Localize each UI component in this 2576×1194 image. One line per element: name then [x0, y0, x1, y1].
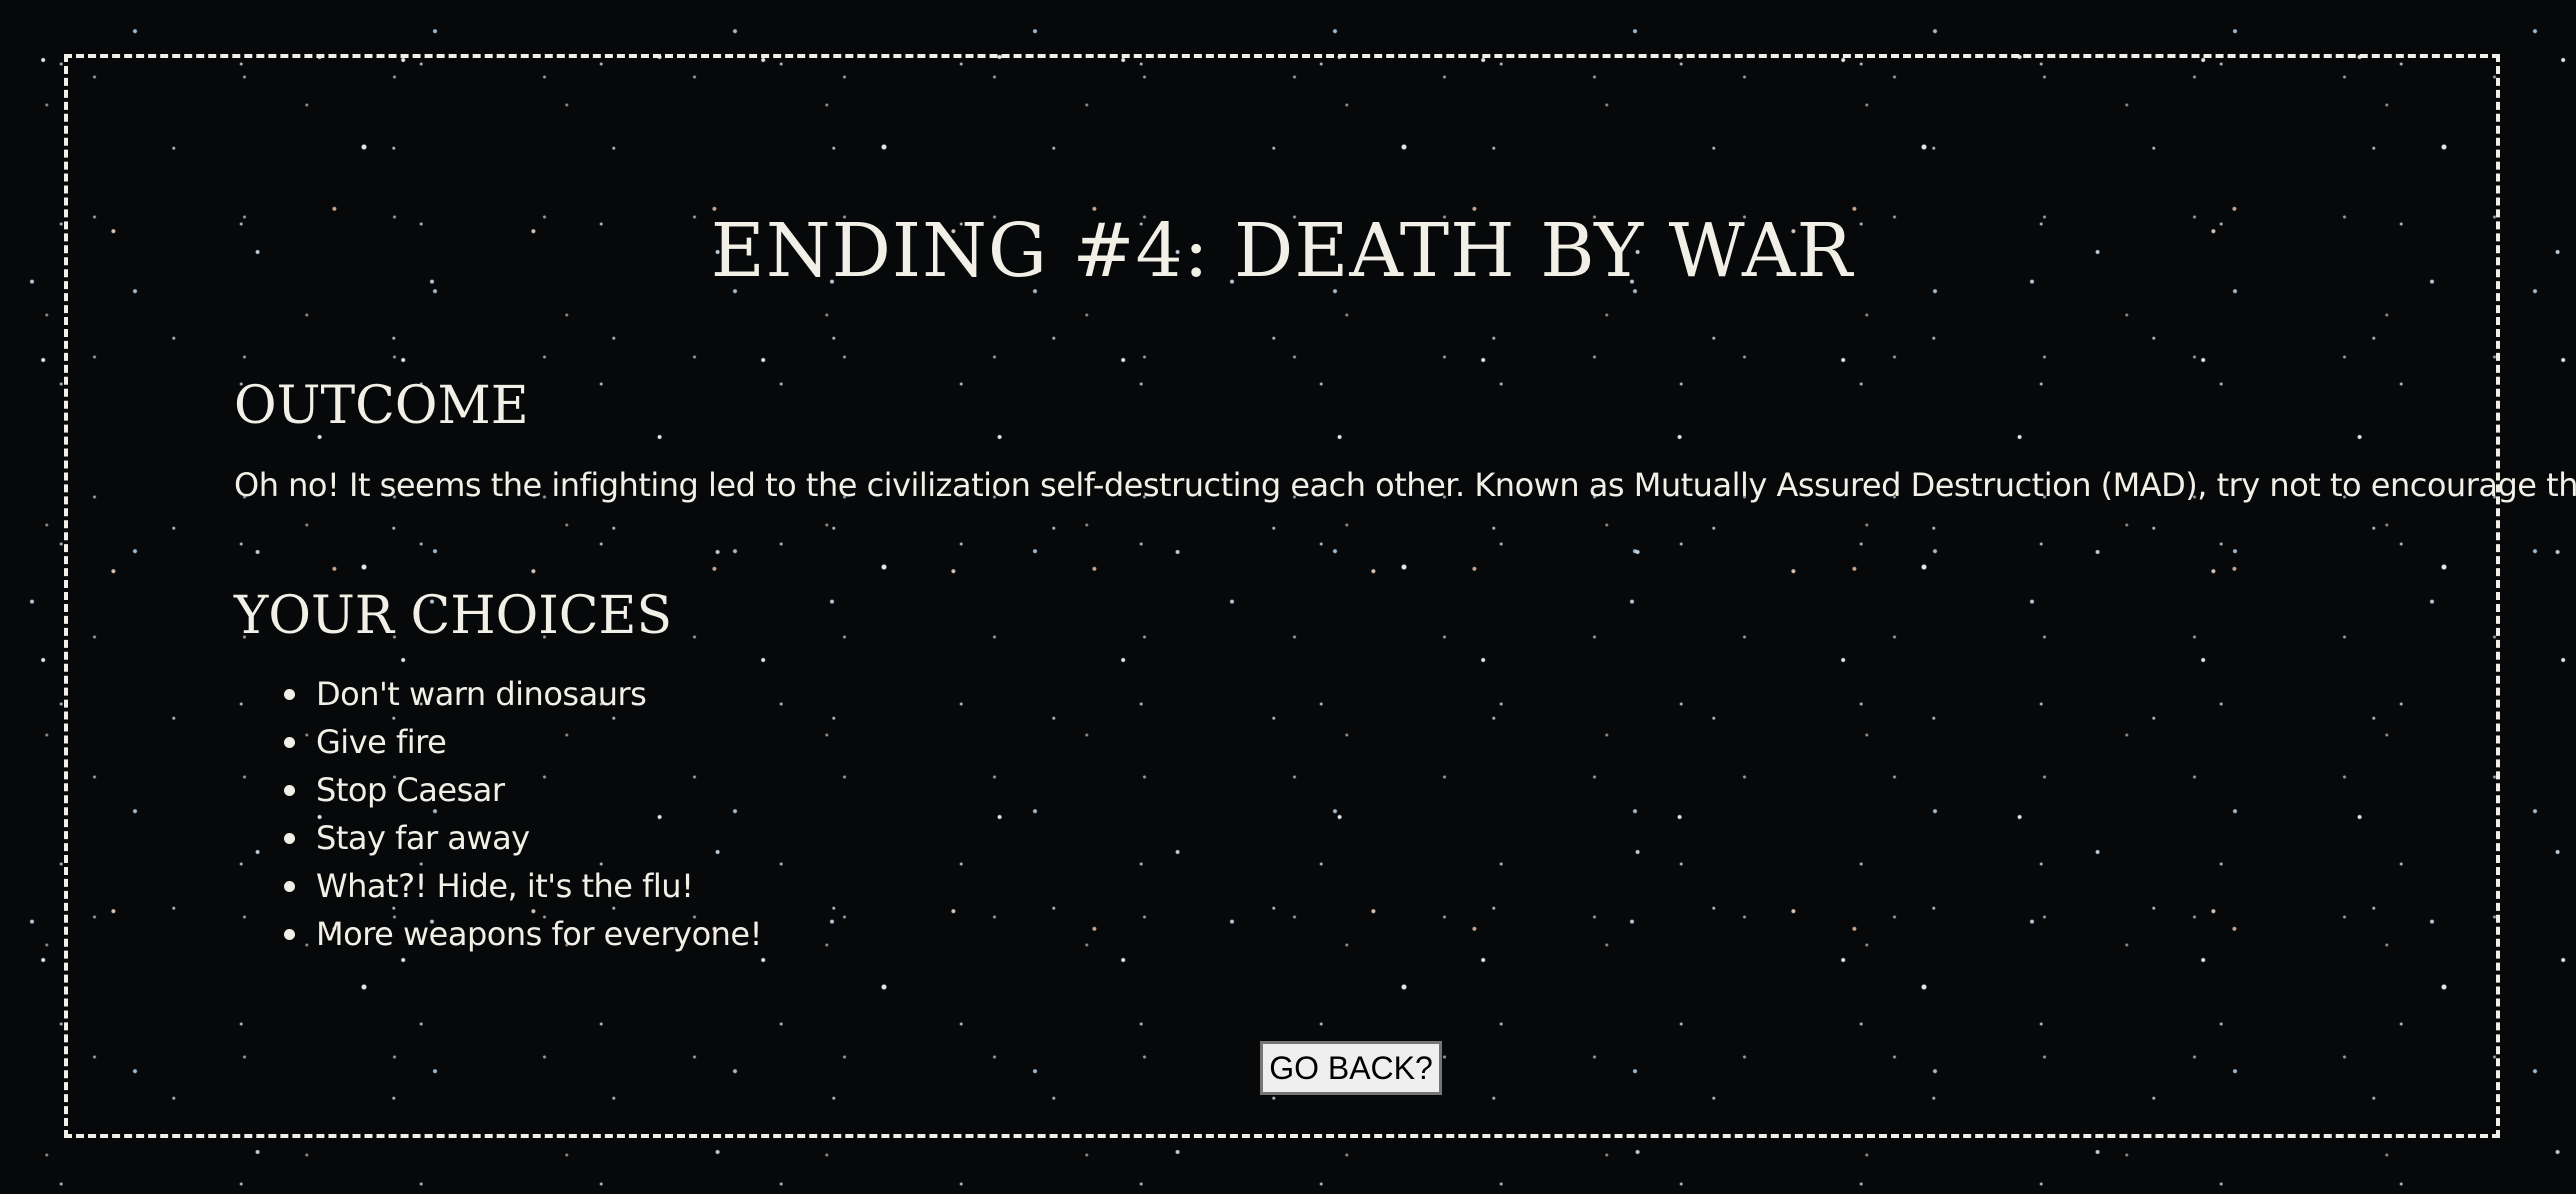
choice-item: Stop Caesar — [316, 766, 762, 814]
choices-heading: YOUR CHOICES — [234, 586, 672, 646]
choices-list: Don't warn dinosaurs Give fire Stop Caes… — [234, 670, 762, 958]
go-back-button[interactable]: GO BACK? — [1260, 1041, 1442, 1095]
ending-frame: ENDING #4: DEATH BY WAR OUTCOME Oh no! I… — [64, 54, 2500, 1138]
choice-item: Give fire — [316, 718, 762, 766]
ending-title: ENDING #4: DEATH BY WAR — [68, 208, 2496, 294]
choice-item: What?! Hide, it's the flu! — [316, 862, 762, 910]
choice-item: More weapons for everyone! — [316, 910, 762, 958]
outcome-text: Oh no! It seems the infighting led to th… — [234, 466, 2576, 504]
choice-item: Stay far away — [316, 814, 762, 862]
choice-item: Don't warn dinosaurs — [316, 670, 762, 718]
outcome-heading: OUTCOME — [234, 376, 529, 436]
